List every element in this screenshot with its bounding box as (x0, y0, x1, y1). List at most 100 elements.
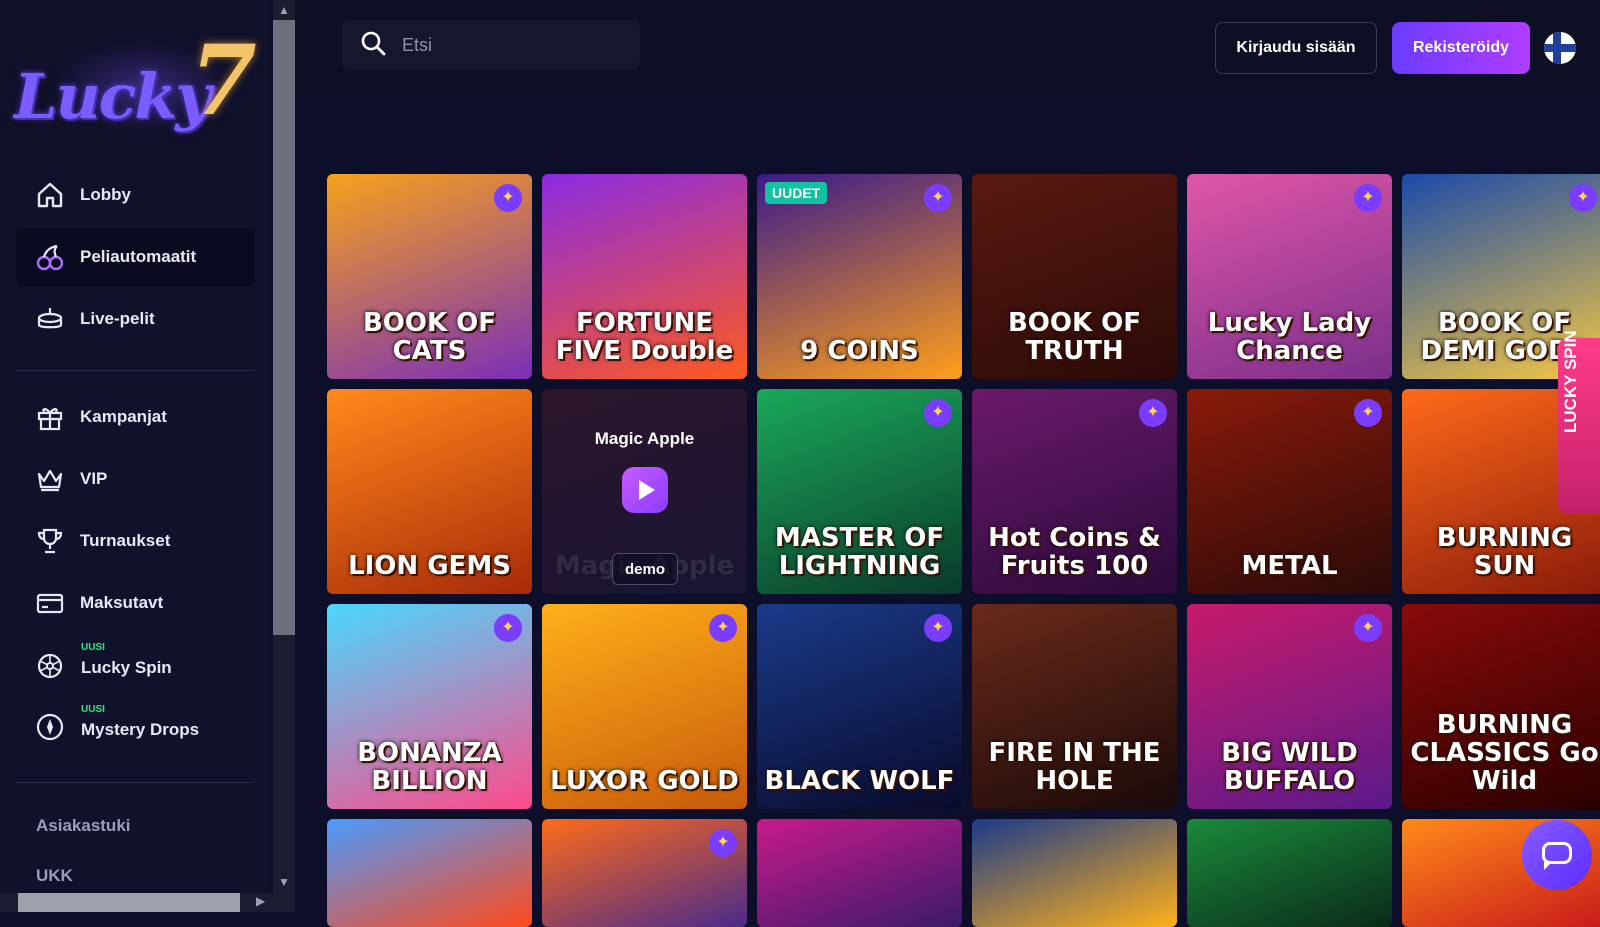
login-button[interactable]: Kirjaudu sisään (1215, 22, 1377, 74)
game-tile[interactable] (972, 819, 1177, 927)
chat-icon (1542, 842, 1572, 864)
sidebar-item-label: Live-pelit (80, 309, 155, 328)
game-tile[interactable]: MASTER OF LIGHTNING ✦ (757, 389, 962, 594)
favorite-star-icon[interactable]: ✦ (1139, 399, 1167, 427)
game-title: BOOK OF CATS (362, 308, 497, 366)
favorite-star-icon[interactable]: ✦ (709, 614, 737, 642)
lucky-spin-side-tab[interactable]: LUCKY SPIN (1558, 330, 1600, 514)
sidebar-item-vip[interactable]: VIP (16, 450, 254, 508)
favorite-star-icon[interactable]: ✦ (924, 399, 952, 427)
search-icon (360, 30, 386, 61)
game-title: Hot Coins & Fruits 100 (988, 523, 1161, 581)
lucky7-logo[interactable]: Lucky 7 (14, 22, 257, 137)
favorite-star-icon[interactable]: ✦ (1569, 184, 1597, 212)
sidebar-item-mystery-drops[interactable]: UUSI Mystery Drops (16, 698, 254, 756)
game-title: FORTUNE FIVE Double (555, 308, 734, 366)
sidebar-link-asiakastuki[interactable]: Asiakastuki (36, 816, 131, 836)
search-box[interactable] (342, 20, 640, 70)
game-tile[interactable]: METAL ✦ (1187, 389, 1392, 594)
trophy-icon (34, 525, 66, 557)
game-tile[interactable]: FORTUNE FIVE Double (542, 174, 747, 379)
sidebar-item-lucky-spin[interactable]: UUSI Lucky Spin (16, 636, 254, 694)
game-title: METAL (1241, 551, 1338, 581)
game-tile[interactable]: LUXOR GOLD ✦ (542, 604, 747, 809)
gift-icon (34, 401, 66, 433)
scroll-down-icon[interactable]: ▼ (276, 874, 292, 890)
sidebar-scroll-thumb[interactable] (273, 20, 295, 635)
sidebar: Lucky 7 Lobby Peliautomaatit Live-pelit (0, 0, 270, 912)
game-tile[interactable]: Lucky Lady Chance ✦ (1187, 174, 1392, 379)
hover-game-title: Magic Apple (594, 429, 695, 448)
game-tile[interactable]: ✦ (542, 819, 747, 927)
game-title: BLACK WOLF (764, 766, 955, 796)
game-tile[interactable] (1187, 819, 1392, 927)
cake-icon (34, 303, 66, 335)
play-icon (639, 480, 655, 500)
sidebar-item-label: Mystery Drops (81, 720, 200, 739)
game-tile[interactable]: BOOK OF CATS ✦ (327, 174, 532, 379)
chat-button[interactable] (1522, 820, 1592, 890)
game-title: BONANZA BILLION (357, 738, 502, 796)
favorite-star-icon[interactable]: ✦ (709, 829, 737, 857)
game-title: Lucky Lady Chance (1207, 308, 1372, 366)
game-title: BOOK OF TRUTH (1007, 308, 1142, 366)
sidebar-item-label: Turnaukset (80, 531, 171, 550)
favorite-star-icon[interactable]: ✦ (1354, 184, 1382, 212)
game-tile[interactable]: BLACK WOLF ✦ (757, 604, 962, 809)
home-icon (34, 179, 66, 211)
favorite-star-icon[interactable]: ✦ (494, 614, 522, 642)
game-tile[interactable]: 9 COINS UUDET ✦ (757, 174, 962, 379)
new-tag: UUSI (81, 704, 105, 715)
card-icon (34, 587, 66, 619)
new-badge: UUDET (765, 182, 828, 204)
favorite-star-icon[interactable]: ✦ (1354, 614, 1382, 642)
sidebar-item-label: Lobby (80, 185, 131, 204)
search-input[interactable] (402, 34, 602, 56)
logo-word: Lucky (14, 60, 211, 133)
wheel-icon (34, 649, 66, 681)
compass-icon (34, 711, 66, 743)
sidebar-item-lobby[interactable]: Lobby (16, 166, 254, 224)
game-title: 9 COINS (800, 336, 919, 366)
game-tile[interactable]: LION GEMS (327, 389, 532, 594)
game-title: BURNING CLASSICS Go Wild (1410, 710, 1599, 796)
sidebar-item-live-pelit[interactable]: Live-pelit (16, 290, 254, 348)
game-title: FIRE IN THE HOLE (988, 738, 1161, 796)
game-title: MASTER OF LIGHTNING (774, 523, 945, 581)
game-tile[interactable] (757, 819, 962, 927)
game-tile[interactable]: BONANZA BILLION ✦ (327, 604, 532, 809)
demo-button[interactable]: demo (612, 553, 678, 585)
game-tile[interactable] (327, 819, 532, 927)
sidebar-item-label: Peliautomaatit (80, 247, 197, 266)
sidebar-item-peliautomaatit[interactable]: Peliautomaatit (16, 228, 254, 286)
game-tile[interactable]: BURNING CLASSICS Go Wild (1402, 604, 1600, 809)
game-title: LUXOR GOLD (550, 766, 739, 796)
lucky-spin-tab-label: LUCKY SPIN (1561, 330, 1580, 433)
game-title: LION GEMS (348, 551, 511, 581)
sidebar-divider (16, 782, 254, 783)
sidebar-item-label: Maksutavt (80, 593, 164, 612)
favorite-star-icon[interactable]: ✦ (924, 184, 952, 212)
sidebar-link-ukk[interactable]: UKK (36, 866, 73, 886)
finland-flag-icon[interactable] (1544, 32, 1576, 64)
play-button[interactable] (622, 467, 668, 513)
game-tile[interactable]: Magic AppleMagic Appledemo (542, 389, 747, 594)
game-tile[interactable]: BOOK OF TRUTH (972, 174, 1177, 379)
sidebar-item-turnaukset[interactable]: Turnaukset (16, 512, 254, 570)
cherries-icon (34, 241, 66, 273)
horizontal-scroll-thumb[interactable] (18, 893, 240, 912)
favorite-star-icon[interactable]: ✦ (1354, 399, 1382, 427)
game-tile[interactable]: FIRE IN THE HOLE (972, 604, 1177, 809)
sidebar-item-label: Lucky Spin (81, 658, 172, 677)
new-tag: UUSI (81, 642, 105, 653)
favorite-star-icon[interactable]: ✦ (494, 184, 522, 212)
game-tile[interactable]: BIG WILD BUFFALO ✦ (1187, 604, 1392, 809)
register-button[interactable]: Rekisteröidy (1392, 22, 1530, 74)
sidebar-divider (16, 370, 254, 371)
sidebar-item-maksutavt[interactable]: Maksutavt (16, 574, 254, 632)
sidebar-item-kampanjat[interactable]: Kampanjat (16, 388, 254, 446)
scroll-right-icon[interactable]: ▶ (256, 894, 265, 908)
scroll-up-icon[interactable]: ▲ (276, 2, 292, 18)
favorite-star-icon[interactable]: ✦ (924, 614, 952, 642)
game-tile[interactable]: Hot Coins & Fruits 100 ✦ (972, 389, 1177, 594)
